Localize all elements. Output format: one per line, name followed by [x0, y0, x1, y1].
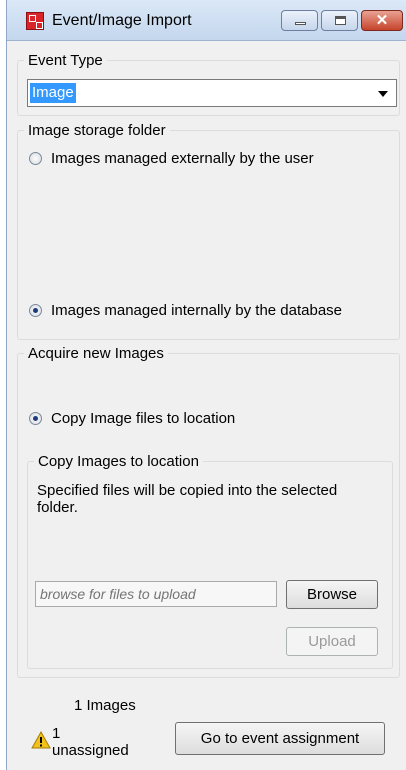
close-icon: ✕: [375, 12, 389, 29]
go-to-event-assignment-button[interactable]: Go to event assignment: [175, 722, 385, 755]
warning-icon: [31, 731, 51, 749]
radio-external-row[interactable]: Images managed externally by the user: [29, 150, 314, 167]
window-title: Event/Image Import: [52, 12, 192, 29]
radio-internal[interactable]: [29, 304, 42, 317]
minimize-button[interactable]: [281, 10, 318, 31]
images-count: 1 Images: [74, 697, 136, 714]
copy-description: Specified files will be copied into the …: [37, 482, 338, 516]
radio-internal-label: Images managed internally by the databas…: [51, 302, 343, 319]
storage-folder-legend: Image storage folder: [28, 122, 166, 139]
acquire-images-legend: Acquire new Images: [28, 345, 164, 362]
event-type-legend: Event Type: [28, 52, 103, 69]
minimize-icon: [295, 22, 306, 25]
copy-location-legend: Copy Images to location: [38, 453, 199, 470]
chevron-down-icon[interactable]: [378, 91, 388, 97]
unassigned-count: 1: [52, 725, 61, 742]
maximize-icon: [335, 16, 346, 25]
radio-external[interactable]: [29, 152, 42, 165]
upload-button[interactable]: Upload: [286, 627, 378, 656]
radio-copy-row[interactable]: Copy Image files to location: [29, 410, 235, 427]
close-button[interactable]: ✕: [361, 10, 403, 31]
upload-path-input[interactable]: [35, 581, 277, 607]
radio-copy-label: Copy Image files to location: [51, 410, 236, 427]
title-bar[interactable]: Event/Image Import ✕: [7, 0, 406, 41]
radio-copy[interactable]: [29, 412, 42, 425]
event-type-selected: Image: [30, 83, 76, 103]
app-icon: [26, 12, 44, 30]
unassigned-label: unassigned: [52, 742, 129, 759]
browse-button[interactable]: Browse: [286, 580, 378, 609]
maximize-button[interactable]: [321, 10, 358, 31]
event-type-select[interactable]: Image: [27, 79, 397, 107]
radio-internal-row[interactable]: Images managed internally by the databas…: [29, 302, 342, 319]
radio-external-label: Images managed externally by the user: [51, 150, 314, 167]
import-window: Event/Image Import ✕ Event Type Image Im…: [6, 0, 406, 770]
